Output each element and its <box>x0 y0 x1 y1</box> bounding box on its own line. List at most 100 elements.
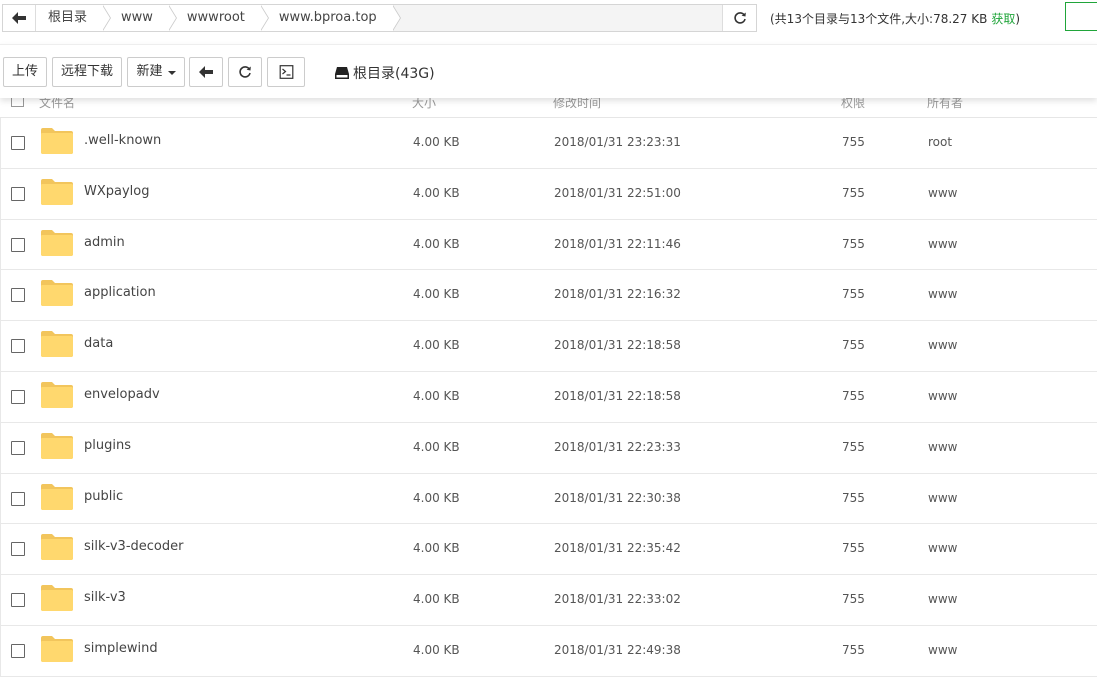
file-name[interactable]: admin <box>84 235 125 250</box>
file-name[interactable]: .well-known <box>84 133 161 148</box>
table-row[interactable]: silk-v3-decoder 4.00 KB 2018/01/31 22:35… <box>0 524 1097 576</box>
file-size: 4.00 KB <box>413 439 460 454</box>
file-size: 4.00 KB <box>413 338 460 353</box>
terminal-button[interactable] <box>267 57 305 87</box>
fetch-size-link[interactable]: 获取 <box>991 12 1015 26</box>
path-header: 根目录 www wwwroot www.bproa.top (共13个目录与13… <box>0 0 1097 44</box>
file-owner: www <box>928 388 958 403</box>
refresh-button[interactable] <box>228 57 262 87</box>
refresh-icon <box>733 12 746 24</box>
file-owner: www <box>928 236 958 251</box>
file-name[interactable]: application <box>84 285 156 300</box>
row-checkbox[interactable] <box>11 440 25 455</box>
table-row[interactable]: application 4.00 KB 2018/01/31 22:16:32 … <box>0 270 1097 322</box>
file-name[interactable]: silk-v3-decoder <box>84 539 183 554</box>
file-toolbar: 上传 远程下载 新建 根目录(43G) <box>0 44 1097 98</box>
file-name[interactable]: WXpaylog <box>84 184 150 199</box>
file-permission[interactable]: 755 <box>842 592 865 606</box>
file-permission[interactable]: 755 <box>842 186 865 200</box>
file-size: 4.00 KB <box>413 185 460 200</box>
breadcrumb-item-site[interactable]: www.bproa.top <box>260 5 401 31</box>
path-refresh-button[interactable] <box>722 5 756 31</box>
file-name[interactable]: public <box>84 489 123 504</box>
table-row[interactable]: plugins 4.00 KB 2018/01/31 22:23:33 755 … <box>0 422 1097 474</box>
disk-label: 根目录(43G) <box>353 66 435 82</box>
file-size: 4.00 KB <box>413 642 460 657</box>
new-dropdown-button[interactable]: 新建 <box>127 57 185 87</box>
breadcrumb-item-root[interactable]: 根目录 <box>36 5 112 31</box>
folder-icon <box>41 280 73 307</box>
row-checkbox[interactable] <box>11 136 25 150</box>
file-owner: www <box>928 541 958 556</box>
file-permission[interactable]: 755 <box>842 287 865 301</box>
folder-icon <box>41 585 73 612</box>
file-permission[interactable]: 755 <box>842 338 865 352</box>
row-checkbox[interactable] <box>11 237 25 252</box>
file-permission[interactable]: 755 <box>842 237 865 251</box>
file-owner: www <box>928 439 958 454</box>
folder-icon <box>41 534 73 561</box>
file-name[interactable]: data <box>84 336 113 351</box>
file-permission[interactable]: 755 <box>842 541 865 555</box>
table-row[interactable]: silk-v3 4.00 KB 2018/01/31 22:33:02 755 … <box>0 575 1097 626</box>
folder-icon <box>41 128 73 154</box>
file-owner: www <box>928 642 958 657</box>
file-mtime: 2018/01/31 22:18:58 <box>554 338 681 353</box>
file-mtime: 2018/01/31 23:23:31 <box>554 135 681 149</box>
file-name[interactable]: simplewind <box>84 641 158 656</box>
file-size: 4.00 KB <box>413 592 460 607</box>
file-permission[interactable]: 755 <box>842 440 865 454</box>
breadcrumb-item-www[interactable]: www <box>103 5 177 31</box>
folder-icon <box>41 432 73 459</box>
row-checkbox[interactable] <box>11 339 25 354</box>
file-mtime: 2018/01/31 22:49:38 <box>554 642 681 657</box>
row-checkbox[interactable] <box>11 288 25 303</box>
row-checkbox[interactable] <box>11 643 25 658</box>
file-name[interactable]: silk-v3 <box>84 590 126 605</box>
path-back-button[interactable] <box>3 5 36 31</box>
table-body: .well-known 4.00 KB 2018/01/31 23:23:31 … <box>0 118 1097 677</box>
path-bar: 根目录 www wwwroot www.bproa.top <box>2 4 757 32</box>
table-row[interactable]: envelopadv 4.00 KB 2018/01/31 22:18:58 7… <box>0 371 1097 423</box>
table-row[interactable]: simplewind 4.00 KB 2018/01/31 22:49:38 7… <box>0 625 1097 677</box>
table-row[interactable]: WXpaylog 4.00 KB 2018/01/31 22:51:00 755… <box>0 168 1097 220</box>
refresh-icon <box>239 66 251 78</box>
upload-button[interactable]: 上传 <box>3 57 47 87</box>
table-row[interactable]: data 4.00 KB 2018/01/31 22:18:58 755 www <box>0 321 1097 372</box>
table-row[interactable]: admin 4.00 KB 2018/01/31 22:11:46 755 ww… <box>0 219 1097 271</box>
disk-selector[interactable]: 根目录(43G) <box>335 63 435 83</box>
file-owner: www <box>928 287 958 302</box>
summary-text: (共13个目录与13个文件,大小:78.27 KB <box>770 12 988 26</box>
table-row[interactable]: .well-known 4.00 KB 2018/01/31 23:23:31 … <box>0 118 1097 169</box>
file-size: 4.00 KB <box>413 490 460 505</box>
row-checkbox[interactable] <box>11 389 25 404</box>
search-box[interactable] <box>1065 2 1097 31</box>
file-mtime: 2018/01/31 22:35:42 <box>554 541 681 556</box>
file-permission[interactable]: 755 <box>842 135 865 149</box>
folder-icon <box>41 381 73 408</box>
folder-icon <box>41 635 73 662</box>
file-name[interactable]: plugins <box>84 438 131 453</box>
file-size: 4.00 KB <box>413 287 460 302</box>
file-size: 4.00 KB <box>413 388 460 403</box>
file-mtime: 2018/01/31 22:11:46 <box>554 236 681 251</box>
remote-download-button[interactable]: 远程下载 <box>52 57 122 87</box>
file-mtime: 2018/01/31 22:18:58 <box>554 388 681 403</box>
folder-icon <box>41 229 73 256</box>
file-permission[interactable]: 755 <box>842 389 865 403</box>
file-owner: www <box>928 490 958 505</box>
file-permission[interactable]: 755 <box>842 491 865 505</box>
file-owner: www <box>928 338 958 353</box>
row-checkbox[interactable] <box>11 186 25 201</box>
file-owner: www <box>928 592 958 607</box>
arrow-left-icon <box>199 66 213 78</box>
row-checkbox[interactable] <box>11 491 25 506</box>
directory-summary: (共13个目录与13个文件,大小:78.27 KB 获取) <box>770 10 1020 27</box>
file-name[interactable]: envelopadv <box>84 387 160 402</box>
back-button[interactable] <box>189 57 223 87</box>
file-permission[interactable]: 755 <box>842 643 865 657</box>
row-checkbox[interactable] <box>11 542 25 557</box>
breadcrumb-item-wwwroot[interactable]: wwwroot <box>168 5 269 31</box>
row-checkbox[interactable] <box>11 593 25 608</box>
table-row[interactable]: public 4.00 KB 2018/01/31 22:30:38 755 w… <box>0 473 1097 525</box>
